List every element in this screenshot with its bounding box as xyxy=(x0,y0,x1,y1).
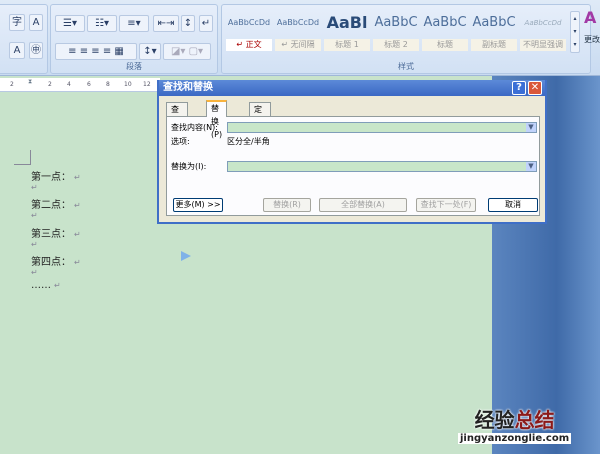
ruler-tick: 10 xyxy=(124,81,132,88)
numbering-button[interactable]: ☷▾ xyxy=(87,15,117,32)
replace-button[interactable]: 替换(R) xyxy=(263,198,311,212)
change-styles-button[interactable]: 更改 xyxy=(584,34,600,45)
chevron-down-icon[interactable]: ▼ xyxy=(526,162,536,171)
ruler-tick: 12 xyxy=(143,81,151,88)
indent-marker-icon[interactable]: ⧗ xyxy=(28,78,32,86)
style-preview: AaBbC xyxy=(374,15,418,30)
indent-buttons[interactable]: ⇤⇥ xyxy=(153,15,179,32)
shading-border-buttons[interactable]: ◪▾ ▢▾ xyxy=(163,43,211,60)
watermark-url: jingyanzonglie.com xyxy=(458,433,572,444)
find-replace-dialog: 查找和替换 ? ✕ 查找(D) 替换(P) 定位(G) 查找内容(N): ▼ 选… xyxy=(157,80,547,224)
style-preview: AaBl xyxy=(326,13,368,32)
styles-group: AaBbCcDd ↵ 正文 AaBbCcDd ↵ 无间隔 AaBl 标题 1 AaBb… xyxy=(221,4,591,74)
help-button[interactable]: ? xyxy=(512,81,526,95)
page-corner-mark xyxy=(14,150,31,165)
paragraph-group-label: 段落 xyxy=(126,62,142,71)
close-button[interactable]: ✕ xyxy=(528,81,542,95)
style-preview: AaBbCcDd xyxy=(276,18,320,27)
style-title[interactable]: 标题 xyxy=(422,39,468,51)
dialog-titlebar[interactable]: 查找和替换 ? ✕ xyxy=(159,80,545,96)
sort-button[interactable]: ↕ xyxy=(181,15,195,32)
change-styles-icon: A xyxy=(584,8,597,27)
line-spacing-button[interactable]: ↕▾ xyxy=(139,43,161,60)
paragraph-mark: ↵ xyxy=(31,240,38,249)
style-no-spacing[interactable]: ↵ 无间隔 xyxy=(275,39,321,51)
tab-find[interactable]: 查找(D) xyxy=(166,102,189,140)
style-preview: AaBbCcDd xyxy=(524,19,562,27)
styles-group-label: 样式 xyxy=(398,62,414,71)
ruler-tick: 2 xyxy=(48,81,52,88)
doc-line: 第四点： ↵ xyxy=(31,257,81,268)
style-preview: AaBbC xyxy=(472,15,516,30)
paragraph-mark: ↵ xyxy=(31,268,38,277)
font-group-partial: 字 A A ㊥ xyxy=(0,4,48,74)
ruler-tick: 8 xyxy=(106,81,110,88)
char-shading-button[interactable]: A xyxy=(9,42,25,59)
paragraph-group: ☰▾ ☷▾ ≡▾ ⇤⇥ ↕ ↵ ≡ ≡ ≡ ≡ ▦ ↕▾ ◪▾ ▢▾ 段落 xyxy=(50,4,218,74)
bullets-button[interactable]: ☰▾ xyxy=(55,15,85,32)
paragraph-mark: ↵ xyxy=(31,183,38,192)
ruler[interactable]: 2 ⧗ 2 4 6 8 10 12 xyxy=(0,78,160,92)
style-subtitle[interactable]: 副标题 xyxy=(471,39,517,51)
style-preview: AaBbC xyxy=(423,15,467,30)
tab-replace[interactable]: 替换(P) xyxy=(206,100,228,139)
options-label: 选项: xyxy=(171,137,190,146)
style-preview: AaBbCcDd xyxy=(227,18,271,27)
ribbon: 字 A A ㊥ ☰▾ ☷▾ ≡▾ ⇤⇥ ↕ ↵ ≡ ≡ ≡ ≡ ▦ ↕▾ ◪▾ … xyxy=(0,0,600,76)
replace-with-label: 替换为(I): xyxy=(171,162,207,171)
align-buttons[interactable]: ≡ ≡ ≡ ≡ ▦ xyxy=(55,43,137,60)
ruler-tick: 4 xyxy=(67,81,71,88)
phonetic-guide-button[interactable]: 字 xyxy=(9,14,25,31)
find-next-button[interactable]: 查找下一处(F) xyxy=(416,198,476,212)
find-what-input[interactable]: ▼ xyxy=(227,122,537,133)
paragraph-mark: ↵ xyxy=(31,211,38,220)
tab-goto[interactable]: 定位(G) xyxy=(249,102,272,140)
dialog-title: 查找和替换 xyxy=(163,82,213,93)
style-heading1[interactable]: 标题 1 xyxy=(324,39,370,51)
show-marks-button[interactable]: ↵ xyxy=(199,15,213,32)
replace-with-input[interactable]: ▼ xyxy=(227,161,537,172)
doc-line: …… ↵ xyxy=(31,280,61,291)
watermark: 经验总结 jingyanzonglie.com xyxy=(458,404,572,444)
doc-line: 第二点： ↵ xyxy=(31,200,81,211)
replace-panel: 查找内容(N): ▼ 选项: 区分全/半角 替换为(I): ▼ 更多(M) >>… xyxy=(166,116,540,216)
options-value: 区分全/半角 xyxy=(227,137,270,146)
style-heading2[interactable]: 标题 2 xyxy=(373,39,419,51)
replace-all-button[interactable]: 全部替换(A) xyxy=(319,198,407,212)
mouse-cursor-icon xyxy=(181,251,191,261)
ruler-tick: 2 xyxy=(10,81,14,88)
more-button[interactable]: 更多(M) >> xyxy=(173,198,223,212)
char-border-button[interactable]: A xyxy=(29,14,43,31)
style-normal[interactable]: ↵ 正文 xyxy=(226,39,272,51)
doc-line: 第三点： ↵ xyxy=(31,229,81,240)
enclose-char-button[interactable]: ㊥ xyxy=(29,42,43,59)
cancel-button[interactable]: 取消 xyxy=(488,198,538,212)
ruler-tick: 6 xyxy=(87,81,91,88)
style-subtle-emphasis[interactable]: 不明显强调 xyxy=(520,39,566,51)
watermark-text: 经验总结 xyxy=(474,408,555,432)
multilevel-list-button[interactable]: ≡▾ xyxy=(119,15,149,32)
styles-scroll[interactable]: ▴ ▾ ▾ xyxy=(570,11,580,53)
chevron-down-icon[interactable]: ▼ xyxy=(526,123,536,132)
doc-line: 第一点： ↵ xyxy=(31,172,81,183)
